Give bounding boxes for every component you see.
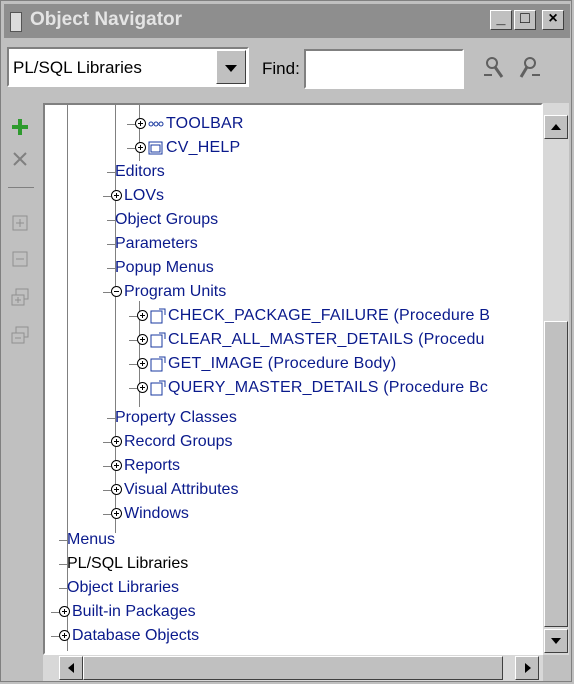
tree-connector (129, 340, 137, 341)
tree-connector (59, 588, 67, 589)
tree-connector (107, 172, 115, 173)
tree-connector (59, 564, 67, 565)
scroll-down-button[interactable] (544, 629, 568, 653)
collapse-all-icon[interactable] (10, 325, 30, 345)
procedure-icon (150, 308, 166, 324)
tree-node-label: PL/SQL Libraries (67, 555, 189, 572)
delete-icon[interactable] (10, 149, 30, 169)
tree-node-label: Popup Menus (115, 259, 214, 276)
tree-node-label: Windows (124, 505, 189, 522)
tree-node-label: TOOLBAR (166, 115, 244, 132)
scroll-up-button[interactable] (544, 115, 568, 139)
object-tree[interactable]: TOOLBAR CV_HELP Editors LOVs Object Groups Pa… (43, 103, 543, 655)
expand-node-icon[interactable] (59, 606, 70, 617)
scroll-right-button[interactable] (515, 656, 539, 680)
tree-connector (103, 466, 111, 467)
find-label: Find: (262, 59, 300, 78)
collapse-node-icon[interactable] (111, 286, 122, 297)
tree-connector (127, 124, 135, 125)
tree-node-label: Parameters (115, 235, 198, 252)
close-button[interactable]: × (542, 10, 564, 30)
tree-connector (129, 364, 137, 365)
vertical-scrollbar[interactable] (543, 103, 569, 655)
tree-connector (103, 490, 111, 491)
tree-connector (107, 268, 115, 269)
collapse-icon[interactable] (10, 249, 30, 269)
canvas-icon (148, 121, 164, 127)
window-icon (10, 12, 22, 32)
object-navigator-window: Object Navigator _ □ × PL/SQL Libraries … (0, 0, 572, 682)
tree-node-label: Record Groups (124, 433, 233, 450)
procedure-icon (150, 332, 166, 348)
expand-node-icon[interactable] (111, 460, 122, 471)
tree-node-label: Database Objects (72, 627, 200, 644)
tree-node-label: CHECK_PACKAGE_FAILURE (Procedure B (168, 307, 491, 324)
tree-connector (129, 388, 137, 389)
tree-node-label: Menus (67, 531, 116, 548)
tree-connector (127, 148, 135, 149)
object-type-combo[interactable]: PL/SQL Libraries (7, 47, 249, 87)
procedure-icon (150, 356, 166, 372)
tree-node-label: GET_IMAGE (Procedure Body) (168, 355, 397, 372)
expand-node-icon[interactable] (111, 508, 122, 519)
horizontal-scrollbar[interactable] (43, 655, 543, 681)
expand-node-icon[interactable] (137, 382, 148, 393)
tree-connector (103, 442, 111, 443)
tree-node-label: QUERY_MASTER_DETAILS (Procedure Bc (168, 379, 489, 396)
tree-node-label: CLEAR_ALL_MASTER_DETAILS (Procedu (168, 331, 485, 348)
tree-node-label: Property Classes (115, 409, 237, 426)
expand-node-icon[interactable] (59, 630, 70, 641)
tree-node-label: Visual Attributes (124, 481, 239, 498)
tree-node-label: Editors (115, 163, 165, 180)
tree-node-label: CV_HELP (166, 139, 241, 156)
combo-dropdown-button[interactable] (216, 50, 246, 84)
expand-node-icon[interactable] (137, 334, 148, 345)
tree-node-label: Program Units (124, 283, 227, 300)
expand-node-icon[interactable] (111, 190, 122, 201)
tree-connector (103, 196, 111, 197)
tree-connector (129, 316, 137, 317)
vertical-scroll-thumb[interactable] (544, 321, 568, 627)
expand-node-icon[interactable] (135, 118, 146, 129)
tree-node-label: Reports (124, 457, 181, 474)
tree-connector (103, 514, 111, 515)
tree-node-label: LOVs (124, 187, 165, 204)
tree-node-label: Built-in Packages (72, 603, 196, 620)
minimize-button[interactable]: _ (490, 10, 512, 30)
tree-connector (107, 220, 115, 221)
create-icon[interactable] (10, 117, 30, 137)
expand-node-icon[interactable] (111, 436, 122, 447)
tree-connector (107, 418, 115, 419)
horizontal-scroll-thumb[interactable] (83, 656, 503, 680)
scroll-left-button[interactable] (59, 656, 83, 680)
find-input[interactable] (304, 49, 464, 89)
scrollbar-corner (543, 655, 569, 681)
expand-node-icon[interactable] (137, 358, 148, 369)
tree-connector (59, 540, 67, 541)
tree-node-label: Object Groups (115, 211, 219, 228)
toolbar: PL/SQL Libraries Find: (4, 41, 570, 99)
form-icon (148, 141, 163, 155)
procedure-icon (150, 380, 166, 396)
title-bar[interactable]: Object Navigator _ □ × (4, 4, 570, 38)
expand-all-icon[interactable] (10, 287, 30, 307)
expand-node-icon[interactable] (135, 142, 146, 153)
maximize-button[interactable]: □ (514, 10, 536, 30)
find-next-icon[interactable] (516, 53, 544, 83)
tree-connector (107, 244, 115, 245)
navigator-tool-strip (4, 103, 38, 683)
find-previous-icon[interactable] (480, 53, 508, 83)
expand-node-icon[interactable] (111, 484, 122, 495)
expand-node-icon[interactable] (137, 310, 148, 321)
tree-node-label: Object Libraries (67, 579, 180, 596)
tree-connector (103, 292, 111, 293)
tree-connector (51, 636, 59, 637)
tool-separator (8, 187, 34, 188)
window-title: Object Navigator (30, 9, 183, 30)
tree-connector (51, 612, 59, 613)
expand-icon[interactable] (10, 213, 30, 233)
combo-value: PL/SQL Libraries (13, 58, 142, 77)
